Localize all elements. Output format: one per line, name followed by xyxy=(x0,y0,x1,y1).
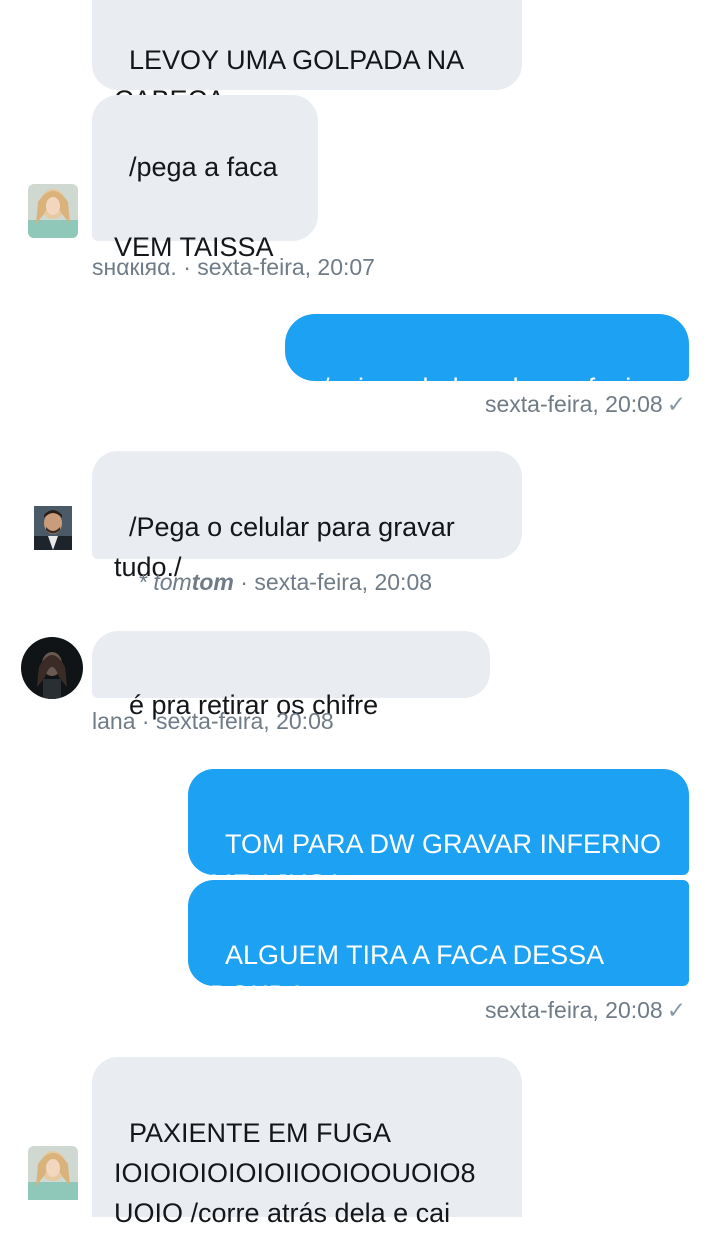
message-text: PAXIENTE EM FUGA IOIOIOIOIOIOIIOOIOOUOIO… xyxy=(114,1118,476,1228)
message-meta: ѕнαкιяα. · sexta-feira, 20:07 xyxy=(92,254,375,280)
sent-check-icon: ✓ xyxy=(666,997,686,1023)
message-meta: lana · sexta-feira, 20:08 xyxy=(92,708,334,734)
user-avatar-image xyxy=(28,1146,78,1200)
avatar[interactable] xyxy=(28,184,78,238)
timestamp: sexta-feira, 20:08 xyxy=(485,997,663,1023)
avatar[interactable] xyxy=(21,637,83,699)
message-meta: sexta-feira, 20:08 ✓ xyxy=(485,391,686,418)
message-bubble[interactable]: /pega a faca VEM TAISSA xyxy=(92,95,318,262)
message-bubble[interactable]: ALGUEM TIRA A FACA DESSA DOKDA xyxy=(188,880,689,1010)
avatar[interactable] xyxy=(28,1146,78,1200)
message-bubble[interactable]: é pra retirar os chifre xyxy=(92,631,490,720)
timestamp: sexta-feira, 20:08 xyxy=(155,708,334,734)
timestamp: sexta-feira, 20:08 xyxy=(485,391,663,417)
message-bubble[interactable]: /sai cambaleando pra fugir xyxy=(285,314,689,403)
sent-check-icon: ✓ xyxy=(666,391,686,417)
timestamp: sexta-feira, 20:07 xyxy=(197,254,375,280)
timestamp: sexta-feira, 20:08 xyxy=(254,569,433,595)
message-text: /pega a faca VEM TAISSA xyxy=(114,152,278,262)
user-avatar-image xyxy=(21,637,83,699)
sender-name[interactable]: * tomtom xyxy=(138,569,234,595)
message-meta: sexta-feira, 20:08 ✓ xyxy=(485,997,686,1024)
message-bubble[interactable]: TOM PARA DW GRAVAR INFERNO ME AJUSA xyxy=(188,769,689,899)
sender-name[interactable]: ѕнαкιяα. xyxy=(92,254,177,280)
sender-name[interactable]: lana xyxy=(92,708,135,734)
message-bubble[interactable]: /Pega o celular para gravar tudo./ xyxy=(92,451,522,582)
avatar[interactable] xyxy=(34,506,72,550)
message-bubble[interactable]: LEVOY UMA GOLPADA NA CABECA xyxy=(92,0,522,115)
message-meta: * tomtom · sexta-feira, 20:08 xyxy=(138,569,433,595)
user-avatar-image xyxy=(34,506,72,550)
message-bubble[interactable]: PAXIENTE EM FUGA IOIOIOIOIOIOIIOOIOOUOIO… xyxy=(92,1057,522,1228)
user-avatar-image xyxy=(28,184,78,238)
